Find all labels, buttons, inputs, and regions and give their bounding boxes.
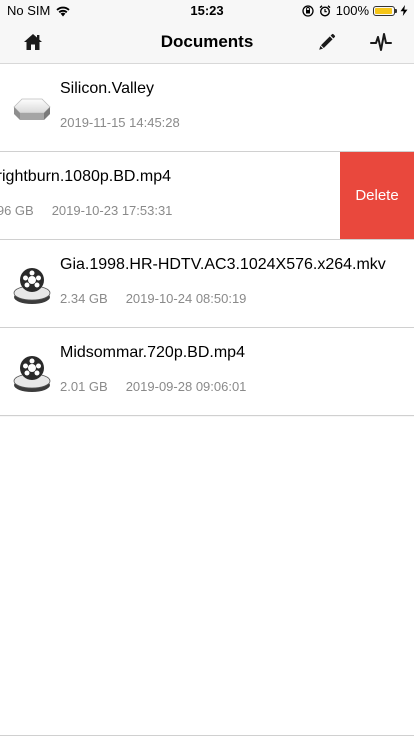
alarm-icon: [319, 4, 331, 17]
page-title: Documents: [160, 32, 254, 51]
charging-bolt-icon: [400, 5, 408, 16]
file-row[interactable]: Silicon.Valley 2019-11-15 14:45:28: [0, 64, 414, 152]
file-size: 2.01 GB: [60, 379, 108, 394]
file-size: 1.96 GB: [0, 203, 34, 218]
file-name: Silicon.Valley: [60, 80, 154, 97]
folder-box-icon: [13, 98, 51, 120]
file-name: Midsommar.720p.BD.mp4: [60, 344, 245, 361]
file-row[interactable]: Brightburn.1080p.BD.mp4 1.96 GB 2019-10-2…: [0, 152, 414, 240]
navigation-bar: Documents: [0, 20, 414, 64]
file-date: 2019-11-15 14:45:28: [60, 115, 180, 130]
mkv-video-icon: [13, 268, 51, 304]
file-row[interactable]: Midsommar.720p.BD.mp4 2.01 GB 2019-09-28 …: [0, 328, 414, 416]
file-date: 2019-10-23 17:53:31: [51, 203, 173, 218]
mp4-video-icon: [13, 356, 51, 392]
pencil-icon: [319, 33, 336, 50]
battery-icon: [373, 5, 397, 16]
edit-button[interactable]: [315, 30, 339, 54]
file-size: 2.34 GB: [60, 291, 108, 306]
empty-list-area: [0, 417, 414, 736]
file-date: 2019-09-28 09:06:01: [125, 379, 247, 394]
activity-icon: [370, 33, 392, 51]
file-list: Silicon.Valley 2019-11-15 14:45:28 Brigh…: [0, 64, 414, 416]
battery-percent: 100%: [335, 3, 369, 18]
orientation-lock-icon: [302, 4, 314, 17]
file-date: 2019-10-24 08:50:19: [125, 291, 247, 306]
status-bar: No SIM 15:23 100%: [0, 0, 414, 20]
file-row[interactable]: Gia.1998.HR-HDTV.AC3.1024X576.x264.mkv 2…: [0, 240, 414, 328]
activity-button[interactable]: [369, 30, 393, 54]
delete-button[interactable]: Delete: [340, 152, 414, 239]
file-name: Brightburn.1080p.BD.mp4: [0, 168, 171, 185]
file-name: Gia.1998.HR-HDTV.AC3.1024X576.x264.mkv: [60, 256, 386, 273]
